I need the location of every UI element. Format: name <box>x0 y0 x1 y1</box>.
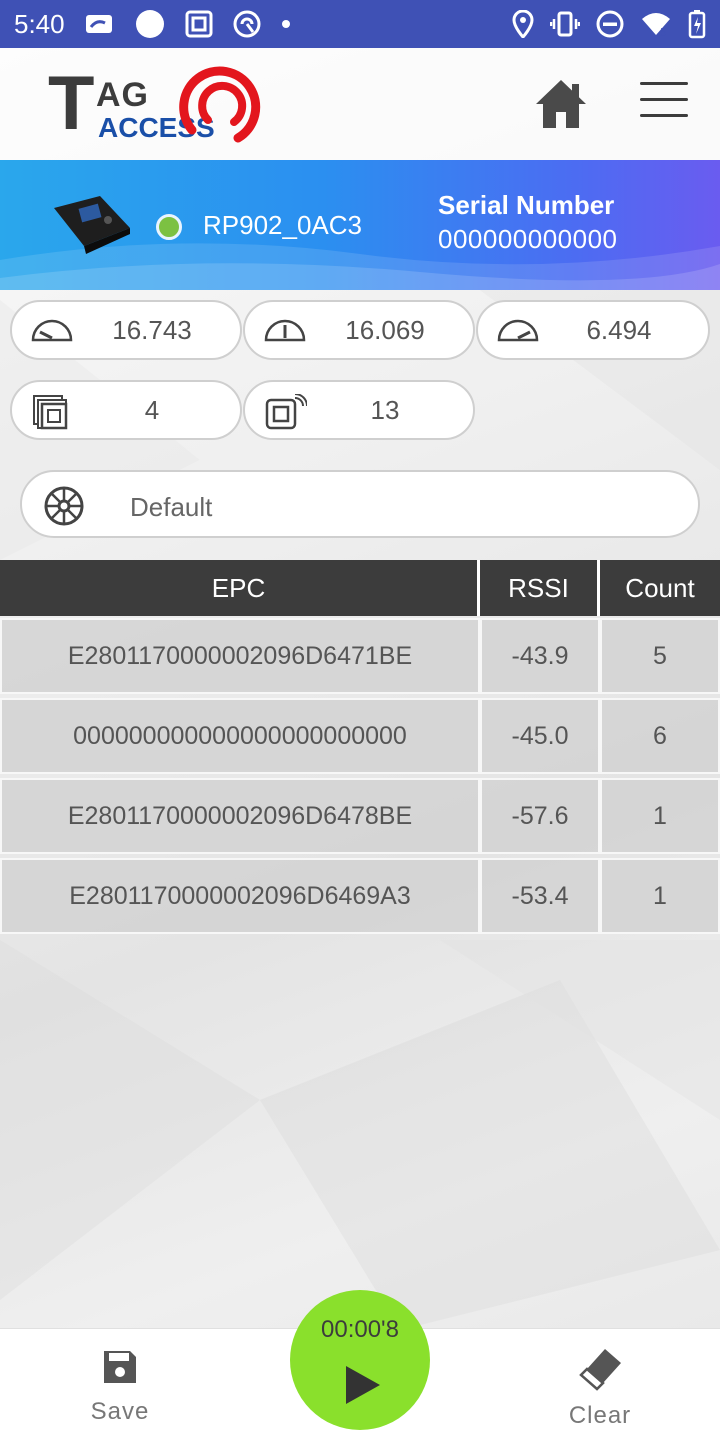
rssi-cell: -53.4 <box>480 858 600 934</box>
mode-selector[interactable]: Default <box>20 470 700 538</box>
stat-speed-low: 16.743 <box>10 300 242 360</box>
stat-speed-high: 6.494 <box>476 300 710 360</box>
epc-cell: E2801170000002096D6469A3 <box>0 858 480 934</box>
device-banner: RP902_0AC3 Serial Number 000000000000 <box>0 160 720 290</box>
table-row[interactable]: E2801170000002096D6471BE -43.9 5 <box>0 618 720 694</box>
table-header: EPC RSSI Count <box>0 560 720 616</box>
nfc-tag-icon <box>185 10 213 38</box>
rssi-cell: -43.9 <box>480 618 600 694</box>
vpn-icon <box>233 10 261 38</box>
connection-status-dot <box>156 214 182 240</box>
home-button[interactable] <box>532 76 590 132</box>
save-button[interactable]: Save <box>60 1347 180 1437</box>
clear-label: Clear <box>568 1402 632 1429</box>
card-icon <box>85 13 115 35</box>
stat-unique-tags: 4 <box>10 380 242 440</box>
steering-wheel-icon <box>44 486 84 526</box>
battery-charging-icon <box>688 9 706 39</box>
clear-button[interactable]: Clear <box>540 1347 660 1437</box>
mode-value: Default <box>130 492 213 522</box>
vibrate-icon <box>550 11 580 37</box>
column-header-rssi: RSSI <box>480 560 600 616</box>
status-bar: 5:40 5 <box>0 0 720 48</box>
device-name[interactable]: RP902_0AC3 <box>203 210 362 241</box>
home-icon <box>536 80 586 128</box>
location-icon <box>512 10 534 38</box>
rssi-cell: -57.6 <box>480 778 600 854</box>
signal-arc-icon <box>179 66 261 143</box>
hamburger-menu-icon <box>640 82 688 117</box>
svg-text:5: 5 <box>660 26 667 37</box>
count-cell: 5 <box>600 618 720 694</box>
epc-cell: E2801170000002096D6471BE <box>0 618 480 694</box>
table-row[interactable]: E2801170000002096D6478BE -57.6 1 <box>0 778 720 854</box>
save-label: Save <box>90 1398 150 1425</box>
elapsed-timer: 00:00'8 <box>321 1316 399 1343</box>
speedometer-low-icon <box>31 319 73 342</box>
serial-number-value: 000000000000 <box>438 224 618 254</box>
table-row[interactable]: E2801170000002096D6469A3 -53.4 1 <box>0 858 720 934</box>
table-row[interactable]: 000000000000000000000000 -45.0 6 <box>0 698 720 774</box>
tag-read-icon <box>265 394 307 430</box>
epc-cell: E2801170000002096D6478BE <box>0 778 480 854</box>
app-header: T AG ACCESS <box>0 48 720 160</box>
serial-number-label: Serial Number <box>438 190 615 220</box>
dot-icon <box>281 19 291 29</box>
stat-speed-mid: 16.069 <box>243 300 475 360</box>
count-cell: 1 <box>600 858 720 934</box>
rssi-cell: -45.0 <box>480 698 600 774</box>
speedometer-mid-icon <box>264 319 306 342</box>
column-header-count: Count <box>600 560 720 616</box>
status-time: 5:40 <box>14 8 65 39</box>
tag-access-logo: T AG ACCESS <box>46 64 266 148</box>
stat-total-reads: 13 <box>243 380 475 440</box>
count-cell: 6 <box>600 698 720 774</box>
play-icon <box>346 1366 380 1404</box>
tags-stack-icon <box>33 395 68 430</box>
dnd-icon <box>596 10 624 38</box>
eraser-icon <box>579 1349 621 1391</box>
menu-button[interactable] <box>640 82 688 122</box>
circle-icon <box>135 9 165 39</box>
save-icon <box>104 1351 136 1383</box>
speedometer-high-icon <box>497 319 539 342</box>
rfid-reader-image <box>54 196 130 254</box>
wifi-icon: 5 <box>640 11 672 37</box>
epc-cell: 000000000000000000000000 <box>0 698 480 774</box>
column-header-epc: EPC <box>0 560 480 616</box>
start-inventory-button[interactable]: 00:00'8 <box>290 1290 430 1430</box>
count-cell: 1 <box>600 778 720 854</box>
